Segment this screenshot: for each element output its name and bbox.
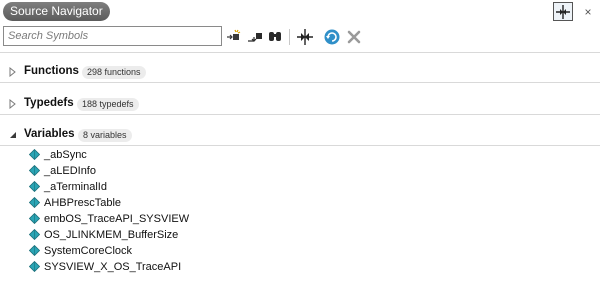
divider (0, 52, 600, 53)
filter-button[interactable] (224, 27, 244, 47)
section-title: Functions (24, 65, 79, 77)
list-item[interactable]: OS_JLINKMEM_BufferSize (29, 227, 178, 242)
list-item[interactable]: _aTerminalId (29, 179, 107, 194)
variable-label: _aTerminalId (44, 180, 107, 193)
chevron-down-icon[interactable] (9, 131, 17, 141)
variable-label: SYSVIEW_X_OS_TraceAPI (44, 260, 182, 273)
close-icon: × (584, 4, 592, 19)
variable-label: AHBPrescTable (44, 196, 122, 209)
list-item[interactable]: SystemCoreClock (29, 243, 132, 258)
section-typedefs[interactable]: Typedefs 188 typedefs (0, 95, 600, 113)
variable-icon (29, 181, 40, 192)
filter-icon (227, 29, 241, 40)
variable-label: embOS_TraceAPI_SYSVIEW (44, 212, 190, 225)
count-badge: 188 typedefs (77, 98, 139, 111)
divider (0, 82, 600, 83)
section-title: Typedefs (24, 97, 74, 109)
find-icon (269, 32, 281, 41)
list-item[interactable]: _aLEDInfo (29, 163, 96, 178)
toolbar (0, 23, 600, 50)
collapse-button[interactable] (245, 27, 265, 47)
list-item[interactable]: SYSVIEW_X_OS_TraceAPI (29, 259, 181, 274)
variable-icon (29, 245, 40, 256)
pin-button[interactable] (553, 2, 573, 21)
search-input[interactable] (3, 26, 222, 46)
section-functions[interactable]: Functions 298 functions (0, 63, 600, 81)
clear-icon (347, 30, 361, 44)
title-bar: Source Navigator × (0, 0, 600, 23)
section-variables[interactable]: Variables 8 variables (0, 126, 600, 144)
variable-label: _aLEDInfo (44, 164, 96, 177)
window-title: Source Navigator (3, 2, 110, 21)
sync-icon (297, 29, 313, 45)
variable-icon (29, 213, 40, 224)
count-badge: 298 functions (82, 66, 146, 79)
variable-icon (29, 261, 40, 272)
variable-label: _abSync (44, 148, 87, 161)
refresh-button[interactable] (322, 27, 342, 47)
variable-icon (29, 149, 40, 160)
variable-icon (29, 229, 40, 240)
toolbar-separator (289, 29, 290, 45)
divider (0, 114, 600, 115)
variable-label: OS_JLINKMEM_BufferSize (44, 228, 179, 241)
list-item[interactable]: embOS_TraceAPI_SYSVIEW (29, 211, 189, 226)
variable-icon (29, 197, 40, 208)
variable-icon (29, 165, 40, 176)
clear-button[interactable] (344, 27, 364, 47)
count-badge: 8 variables (78, 129, 132, 142)
collapse-icon (248, 33, 262, 42)
section-title: Variables (24, 128, 75, 140)
close-button[interactable]: × (578, 2, 598, 21)
list-item[interactable]: _abSync (29, 147, 87, 162)
divider (0, 145, 600, 146)
chevron-right-icon[interactable] (9, 67, 17, 77)
find-button[interactable] (265, 27, 285, 47)
chevron-right-icon[interactable] (9, 99, 17, 109)
pin-icon (556, 4, 570, 19)
sync-button[interactable] (295, 27, 315, 47)
list-item[interactable]: AHBPrescTable (29, 195, 121, 210)
variable-label: SystemCoreClock (44, 244, 133, 257)
refresh-icon (324, 29, 340, 45)
